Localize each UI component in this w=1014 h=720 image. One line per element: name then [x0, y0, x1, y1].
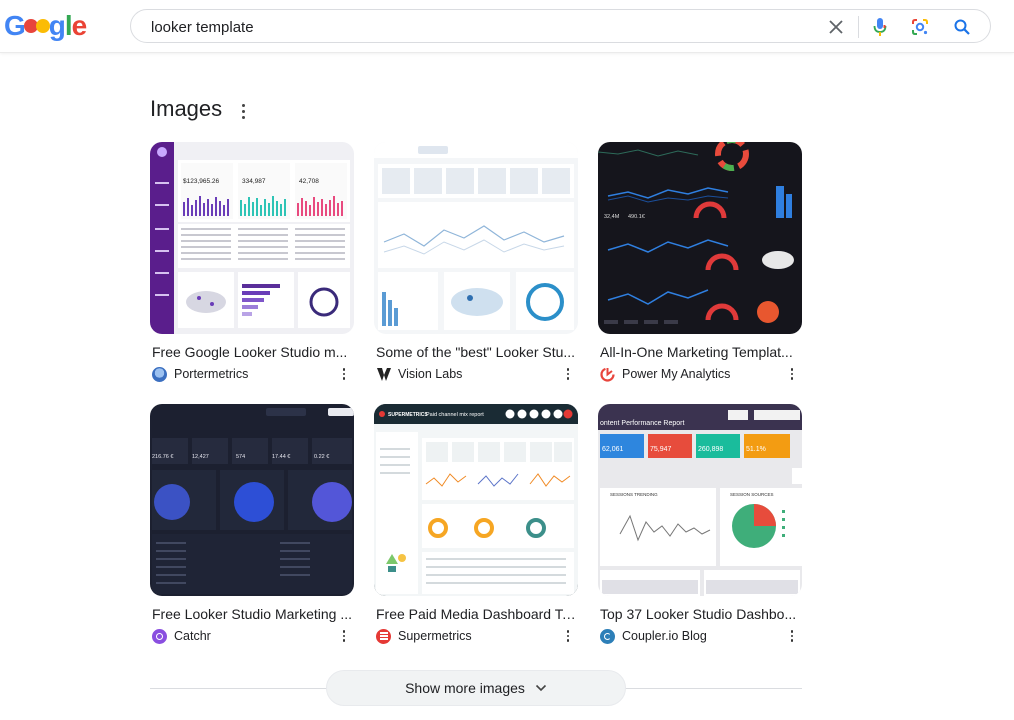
result-source[interactable]: Portermetrics: [152, 365, 248, 383]
thumb-kpi-2: 334,987: [242, 178, 266, 185]
thumb-title: ontent Performance Report: [600, 420, 684, 427]
result-title[interactable]: Some of the "best" Looker Stu...: [376, 344, 576, 360]
thumb-brand: SUPERMETRICS: [388, 412, 428, 418]
chevron-down-icon: [535, 684, 547, 692]
thumb-kpi-1: 216.76 €: [152, 454, 173, 460]
thumb-kpi-3: 574: [236, 454, 245, 460]
result-thumbnail[interactable]: SUPERMETRICS Paid channel mix report: [374, 404, 578, 596]
source-name: Vision Labs: [398, 367, 463, 381]
thumb-kpi-5: 0.22 €: [314, 454, 329, 460]
source-favicon-icon: [600, 366, 615, 382]
result-title[interactable]: Free Looker Studio Marketing ...: [152, 606, 352, 622]
image-result[interactable]: Some of the "best" Looker Stu... Vision …: [374, 142, 578, 382]
result-thumbnail[interactable]: [374, 142, 578, 334]
thumb-title: Paid channel mix report: [426, 412, 484, 418]
clear-icon[interactable]: [825, 16, 847, 38]
show-more-images-button[interactable]: Show more images: [326, 670, 626, 706]
result-thumbnail[interactable]: ontent Performance Report 62,061 75,947 …: [598, 404, 802, 596]
images-section-title: Images: [150, 96, 223, 121]
thumb-label-2: SESSION SOURCES: [730, 492, 774, 497]
result-more-menu-icon[interactable]: [788, 367, 796, 381]
thumb-kpi-2: 75,947: [650, 446, 672, 453]
source-name: Supermetrics: [398, 629, 472, 643]
source-name: Power My Analytics: [622, 367, 731, 381]
result-more-menu-icon[interactable]: [788, 629, 796, 643]
image-result[interactable]: 216.76 € 12,427 574 17.44 € 0.22 € Free …: [150, 404, 354, 644]
thumb-kpi-1: $123,965.26: [183, 178, 220, 185]
result-title[interactable]: Free Google Looker Studio m...: [152, 344, 352, 360]
show-more-label: Show more images: [405, 680, 525, 696]
source-favicon-icon: [376, 628, 391, 644]
source-favicon-icon: [152, 366, 167, 382]
result-more-menu-icon[interactable]: [340, 367, 348, 381]
thumb-kpi-3: 260,898: [698, 446, 723, 453]
search-input[interactable]: [151, 17, 791, 37]
thumb-kpi-2: 12,427: [192, 454, 209, 460]
source-name: Coupler.io Blog: [622, 629, 707, 643]
search-icon[interactable]: [951, 16, 973, 38]
google-lens-icon[interactable]: [909, 16, 931, 38]
thumb-kpi-2: 490.1€: [628, 214, 645, 220]
divider: [858, 16, 859, 38]
thumb-kpi-1: 62,061: [602, 446, 624, 453]
image-result[interactable]: 32,4M 490.1€ All-In-One Marketing Templa…: [598, 142, 802, 382]
result-thumbnail[interactable]: 216.76 € 12,427 574 17.44 € 0.22 €: [150, 404, 354, 596]
microphone-icon[interactable]: [869, 16, 891, 38]
top-bar: Ggle: [0, 0, 1014, 53]
result-title[interactable]: All-In-One Marketing Templat...: [600, 344, 800, 360]
result-source[interactable]: Supermetrics: [376, 627, 472, 645]
result-thumbnail[interactable]: $123,965.26 334,987 42,708: [150, 142, 354, 334]
result-title[interactable]: Top 37 Looker Studio Dashbo...: [600, 606, 800, 622]
result-source[interactable]: Coupler.io Blog: [600, 627, 707, 645]
thumb-kpi-4: 17.44 €: [272, 454, 290, 460]
thumb-label-1: SESSIONS TRENDING: [610, 492, 658, 497]
result-source[interactable]: Power My Analytics: [600, 365, 730, 383]
thumb-kpi-3: 42,708: [299, 178, 319, 185]
source-favicon-icon: [152, 628, 167, 644]
result-more-menu-icon[interactable]: [564, 367, 572, 381]
search-box[interactable]: [130, 9, 991, 43]
thumb-kpi-4: 51.1%: [746, 446, 766, 453]
result-more-menu-icon[interactable]: [340, 629, 348, 643]
thumb-kpi-1: 32,4M: [604, 214, 620, 220]
source-name: Portermetrics: [174, 367, 249, 381]
source-favicon-icon: [600, 628, 615, 644]
result-thumbnail[interactable]: 32,4M 490.1€: [598, 142, 802, 334]
image-result[interactable]: $123,965.26 334,987 42,708 Free Google L…: [150, 142, 354, 382]
result-source[interactable]: Catchr: [152, 627, 211, 645]
result-source[interactable]: Vision Labs: [376, 365, 462, 383]
section-more-menu-icon[interactable]: [236, 101, 250, 121]
result-more-menu-icon[interactable]: [564, 629, 572, 643]
source-name: Catchr: [174, 629, 211, 643]
image-result[interactable]: ontent Performance Report 62,061 75,947 …: [598, 404, 802, 644]
result-title[interactable]: Free Paid Media Dashboard Te...: [376, 606, 576, 622]
image-result[interactable]: SUPERMETRICS Paid channel mix report Fre: [374, 404, 578, 644]
google-logo[interactable]: Ggle: [4, 10, 87, 42]
source-favicon-icon: [376, 367, 391, 382]
